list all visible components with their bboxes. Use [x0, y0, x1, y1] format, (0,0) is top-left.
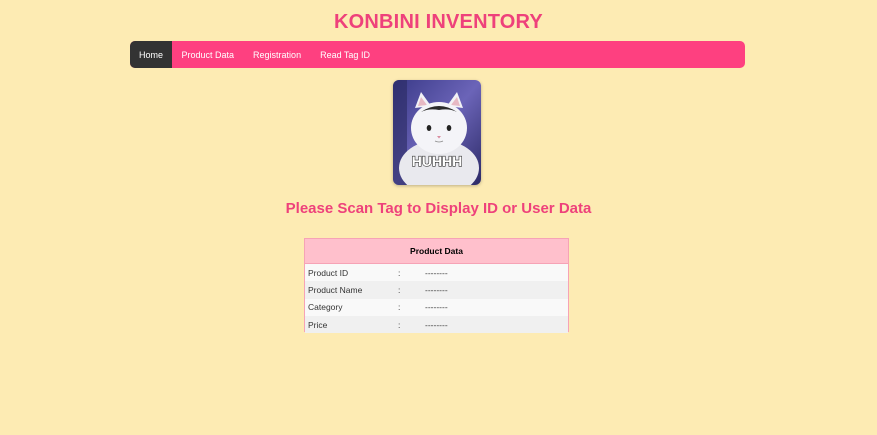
row-label: Price — [308, 319, 328, 330]
nav-item-home[interactable]: Home — [130, 41, 173, 68]
cat-illustration: HUHHH — [393, 80, 481, 185]
row-value: -------- — [425, 302, 448, 313]
row-separator: : — [398, 319, 401, 330]
row-separator: : — [398, 267, 401, 278]
row-label: Product ID — [308, 267, 349, 278]
meme-caption: HUHHH — [412, 153, 463, 169]
row-label: Category — [308, 302, 343, 313]
row-value: -------- — [425, 267, 448, 278]
row-separator: : — [398, 302, 401, 313]
nav-item-read-tag-id[interactable]: Read Tag ID — [311, 41, 380, 68]
row-separator: : — [398, 284, 401, 295]
nav-item-product-data[interactable]: Product Data — [172, 41, 244, 68]
table-title: Product Data — [305, 239, 568, 264]
row-value: -------- — [425, 284, 448, 295]
row-label: Product Name — [308, 284, 363, 295]
table-row: Product Name : -------- — [305, 281, 568, 299]
navbar: Home Product Data Registration Read Tag … — [130, 41, 745, 68]
page-title: KONBINI INVENTORY — [334, 11, 543, 33]
nav-item-registration[interactable]: Registration — [244, 41, 311, 68]
product-data-table: Product Data Product ID : -------- Produ… — [304, 238, 569, 334]
row-value: -------- — [425, 319, 448, 330]
scan-prompt: Please Scan Tag to Display ID or User Da… — [285, 200, 592, 217]
cat-meme-image: HUHHH — [393, 80, 481, 185]
table-row: Price : -------- — [305, 315, 568, 334]
table-row: Product ID : -------- — [305, 264, 568, 282]
table-row: Category : -------- — [305, 298, 568, 316]
